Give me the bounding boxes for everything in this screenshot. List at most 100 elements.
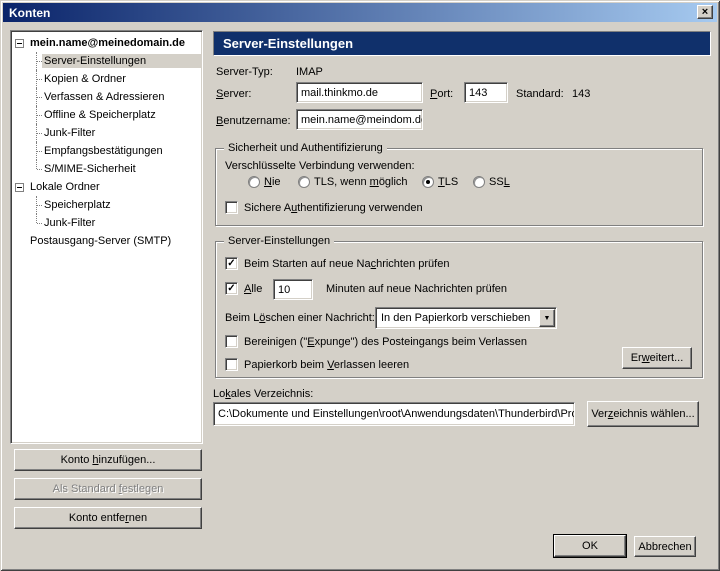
tree-item-label[interactable]: S/MIME-Sicherheit <box>42 162 202 176</box>
label-part: schen einer Nachricht: <box>265 312 374 324</box>
tree-item-offline-speicherplatz[interactable]: Offline & Speicherplatz <box>11 106 202 124</box>
label-part: Ver <box>591 408 608 420</box>
tree-item-label[interactable]: Kopien & Ordner <box>42 72 202 86</box>
button-label: Konto entfernen <box>69 512 147 524</box>
tree-item-kopien-ordner[interactable]: Kopien & Ordner <box>11 70 202 88</box>
checkbox-checked-icon[interactable]: ✓ <box>225 257 238 270</box>
label-part: Beim Starten auf neue Na <box>244 258 371 270</box>
checkbox-checked-icon[interactable]: ✓ <box>225 282 238 295</box>
tree-item-label[interactable]: Junk-Filter <box>42 126 202 140</box>
add-account-button[interactable]: Konto hinzufügen... <box>14 449 202 471</box>
radio-icon[interactable] <box>248 176 260 188</box>
checkbox-label: Beim Starten auf neue Nachrichten prüfen <box>244 258 449 270</box>
tree-item-label[interactable]: Postausgang-Server (SMTP) <box>28 234 173 248</box>
tree-item-lokale-ordner[interactable]: Lokale Ordner <box>11 178 202 196</box>
encryption-label: Verschlüsselte Verbindung verwenden: <box>225 160 415 172</box>
checkbox-unchecked-icon[interactable] <box>225 335 238 348</box>
standard-port-label: Standard: <box>516 88 564 100</box>
server-label: Server: <box>216 88 251 100</box>
server-input[interactable] <box>296 82 423 103</box>
label-accel: w <box>642 352 650 364</box>
radio-selected-icon[interactable] <box>422 176 434 188</box>
tree-item-empfangsbestaetigungen[interactable]: Empfangsbestätigungen <box>11 142 202 160</box>
checkbox-unchecked-icon[interactable] <box>225 358 238 371</box>
button-label: Erweitert... <box>631 352 684 364</box>
server-type-label: Server-Typ: <box>216 66 273 78</box>
expunge-checkbox[interactable]: Bereinigen ("Expunge") des Posteingangs … <box>225 335 527 348</box>
tree-item-junk-filter-lokal[interactable]: Junk-Filter <box>11 214 202 232</box>
titlebar[interactable]: Konten × <box>3 3 717 22</box>
on-delete-dropdown[interactable]: In den Papierkorb verschieben ▼ <box>375 307 557 329</box>
tree-item-label[interactable]: Verfassen & Adressieren <box>42 90 202 104</box>
label-part: Konto <box>61 454 93 466</box>
ok-button[interactable]: OK <box>554 535 626 557</box>
security-groupbox: Sicherheit und Authentifizierung Verschl… <box>215 148 703 226</box>
interval-suffix-label: Minuten auf neue Nachrichten prüfen <box>326 283 507 295</box>
tree-item-label[interactable]: mein.name@meinedomain.de <box>28 36 187 50</box>
label-accel: m <box>370 176 379 188</box>
checkbox-unchecked-icon[interactable] <box>225 201 238 214</box>
label-part: erlassen leeren <box>334 359 409 371</box>
close-button[interactable]: × <box>697 5 713 19</box>
button-label: Konto hinzufügen... <box>61 454 156 466</box>
close-icon: × <box>702 7 708 18</box>
tree-item-label[interactable]: Lokale Ordner <box>28 180 102 194</box>
page-title: Server-Einstellungen <box>213 31 711 56</box>
tree-item-label[interactable]: Speicherplatz <box>42 198 202 212</box>
collapse-minus-icon[interactable] <box>15 39 24 48</box>
radio-tls[interactable]: TLS <box>422 176 458 188</box>
collapse-minus-icon[interactable] <box>15 183 24 192</box>
empty-trash-checkbox[interactable]: Papierkorb beim Verlassen leeren <box>225 358 409 371</box>
label-part: enutzername: <box>223 115 290 127</box>
checkmark-icon: ✓ <box>227 259 235 269</box>
tree-item-label[interactable]: Empfangsbestätigungen <box>42 144 202 158</box>
tree-item-label[interactable]: Offline & Speicherplatz <box>42 108 202 122</box>
checkmark-icon: ✓ <box>227 284 235 294</box>
tree-item-label[interactable]: Server-Einstellungen <box>42 54 202 68</box>
port-label: Port: <box>430 88 453 100</box>
label-accel: T <box>438 176 445 188</box>
checkbox-label: Sichere Authentifizierung verwenden <box>244 202 423 214</box>
radio-label: TLS, wenn möglich <box>314 176 408 188</box>
dropdown-arrow-button[interactable]: ▼ <box>539 309 555 327</box>
secure-auth-checkbox[interactable]: Sichere Authentifizierung verwenden <box>225 201 423 214</box>
set-default-account-button[interactable]: Als Standard festlegen <box>14 478 202 500</box>
radio-ssl[interactable]: SSL <box>473 176 510 188</box>
checkbox-label: Alle <box>244 283 262 295</box>
security-group-title: Sicherheit und Authentifizierung <box>224 142 387 154</box>
tree-item-speicherplatz[interactable]: Speicherplatz <box>11 196 202 214</box>
cancel-button[interactable]: Abbrechen <box>634 536 696 557</box>
remove-account-button[interactable]: Konto entfernen <box>14 507 202 529</box>
label-part: lle <box>251 283 262 295</box>
tree-item-postausgang-smtp[interactable]: Postausgang-Server (SMTP) <box>11 232 202 250</box>
tree-item-account-root[interactable]: mein.name@meinedomain.de <box>11 34 202 52</box>
label-accel: V <box>327 359 334 371</box>
label-part: TLS, wenn <box>314 176 370 188</box>
local-dir-label: Lokales Verzeichnis: <box>213 388 313 400</box>
radio-icon[interactable] <box>473 176 485 188</box>
tree-item-smime-sicherheit[interactable]: S/MIME-Sicherheit <box>11 160 202 178</box>
label-part: thentifizierung verwenden <box>297 202 422 214</box>
port-input[interactable] <box>464 82 508 103</box>
tree-item-verfassen-adressieren[interactable]: Verfassen & Adressieren <box>11 88 202 106</box>
radio-tls-wenn-moeglich[interactable]: TLS, wenn möglich <box>298 176 408 188</box>
tree-item-label[interactable]: Junk-Filter <box>42 216 202 230</box>
account-settings-dialog: Konten × mein.name@meinedomain.de Server… <box>0 0 720 571</box>
checkbox-label: Bereinigen ("Expunge") des Posteingangs … <box>244 336 527 348</box>
check-on-start-checkbox[interactable]: ✓ Beim Starten auf neue Nachrichten prüf… <box>225 257 449 270</box>
tree-item-junk-filter[interactable]: Junk-Filter <box>11 124 202 142</box>
interval-minutes-input[interactable] <box>273 279 313 300</box>
local-dir-input[interactable] <box>213 402 575 426</box>
label-part: Er <box>631 352 642 364</box>
radio-nie[interactable]: Nie <box>248 176 281 188</box>
username-input[interactable] <box>296 109 423 130</box>
advanced-button[interactable]: Erweitert... <box>622 347 692 369</box>
tree-item-server-einstellungen[interactable]: Server-Einstellungen <box>11 52 202 70</box>
check-interval-checkbox[interactable]: ✓ Alle <box>225 282 262 295</box>
radio-icon[interactable] <box>298 176 310 188</box>
button-label: Als Standard festlegen <box>53 483 164 495</box>
label-part: ales Verzeichnis: <box>231 388 314 400</box>
choose-directory-button[interactable]: Verzeichnis wählen... <box>587 401 699 427</box>
chevron-down-icon: ▼ <box>544 315 551 322</box>
radio-label: TLS <box>438 176 458 188</box>
